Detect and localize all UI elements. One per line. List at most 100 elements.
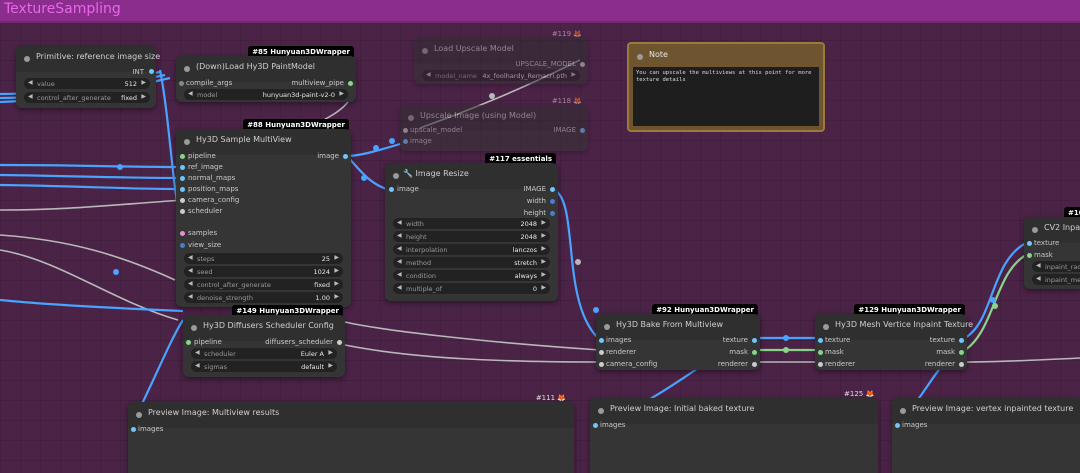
input-slot[interactable] xyxy=(599,362,604,367)
arrow-right-icon[interactable]: ▶ xyxy=(541,232,546,239)
node-note[interactable]: Note You can upscale the multiviews at t… xyxy=(627,42,825,132)
arrow-left-icon[interactable]: ◀ xyxy=(397,219,402,226)
note-text[interactable]: You can upscale the multiviews at this p… xyxy=(633,67,819,126)
input-slot[interactable] xyxy=(180,187,185,192)
collapse-dot-icon[interactable] xyxy=(184,139,190,145)
arrow-right-icon[interactable]: ▶ xyxy=(571,71,576,78)
collapse-dot-icon[interactable] xyxy=(191,325,197,331)
collapse-dot-icon[interactable] xyxy=(136,412,142,418)
widget-control-after-generate[interactable]: ◀ control_after_generate fixed ▶ xyxy=(184,279,343,290)
arrow-left-icon[interactable]: ◀ xyxy=(397,245,402,252)
input-slot[interactable] xyxy=(1027,253,1032,258)
widget-steps[interactable]: ◀ steps 25 ▶ xyxy=(184,253,343,264)
node-load-paint-model[interactable]: #85 Hunyuan3DWrapper (Down)Load Hy3D Pai… xyxy=(176,46,356,102)
arrow-right-icon[interactable]: ▶ xyxy=(328,349,333,356)
input-slot[interactable] xyxy=(599,350,604,355)
collapse-dot-icon[interactable] xyxy=(823,324,829,330)
widget-interpolation[interactable]: ◀ interpolation lanczos ▶ xyxy=(393,244,550,255)
input-slot[interactable] xyxy=(186,340,191,345)
output-slot[interactable] xyxy=(550,187,555,192)
widget-denoise-strength[interactable]: ◀ denoise_strength 1.00 ▶ xyxy=(184,292,343,303)
input-slot[interactable] xyxy=(818,338,823,343)
input-slot[interactable] xyxy=(180,176,185,181)
arrow-right-icon[interactable]: ▶ xyxy=(334,267,339,274)
node-bake-from-multiview[interactable]: #92 Hunyuan3DWrapper Hy3D Bake From Mult… xyxy=(596,304,760,370)
arrow-left-icon[interactable]: ◀ xyxy=(28,79,33,86)
output-slot[interactable] xyxy=(959,338,964,343)
input-slot[interactable] xyxy=(403,139,408,144)
widget-control-after-generate[interactable]: ◀ control_after_generate fixed ▶ xyxy=(24,92,150,103)
arrow-left-icon[interactable]: ◀ xyxy=(397,271,402,278)
collapse-dot-icon[interactable] xyxy=(184,66,190,72)
widget-sigmas[interactable]: ◀ sigmas default ▶ xyxy=(191,361,337,372)
arrow-left-icon[interactable]: ◀ xyxy=(1036,275,1041,282)
arrow-right-icon[interactable]: ▶ xyxy=(141,79,146,86)
widget-model[interactable]: ◀ model hunyuan3d-paint-v2-0 ▶ xyxy=(184,89,348,100)
arrow-left-icon[interactable]: ◀ xyxy=(188,267,193,274)
input-slot[interactable] xyxy=(593,423,598,428)
input-slot[interactable] xyxy=(180,209,185,214)
output-slot[interactable] xyxy=(752,362,757,367)
arrow-left-icon[interactable]: ◀ xyxy=(188,90,193,97)
arrow-left-icon[interactable]: ◀ xyxy=(397,258,402,265)
arrow-left-icon[interactable]: ◀ xyxy=(188,254,193,261)
output-slot[interactable] xyxy=(348,81,353,86)
node-header[interactable]: Preview Image: Multiview results xyxy=(128,402,574,428)
input-slot[interactable] xyxy=(818,362,823,367)
output-slot[interactable] xyxy=(550,211,555,216)
arrow-right-icon[interactable]: ▶ xyxy=(541,258,546,265)
collapse-dot-icon[interactable] xyxy=(24,56,30,62)
input-slot[interactable] xyxy=(180,198,185,203)
widget-width[interactable]: ◀ width 2048 ▶ xyxy=(393,218,550,229)
arrow-left-icon[interactable]: ◀ xyxy=(426,71,431,78)
collapse-dot-icon[interactable] xyxy=(604,324,610,330)
collapse-dot-icon[interactable] xyxy=(598,408,604,414)
input-slot[interactable] xyxy=(131,427,136,432)
output-slot[interactable] xyxy=(343,154,348,159)
arrow-right-icon[interactable]: ▶ xyxy=(328,362,333,369)
node-sample-multiview[interactable]: #88 Hunyuan3DWrapper Hy3D Sample MultiVi… xyxy=(176,119,351,307)
input-slot[interactable] xyxy=(403,128,408,133)
collapse-dot-icon[interactable] xyxy=(900,408,906,414)
output-slot[interactable] xyxy=(580,62,585,67)
collapse-dot-icon[interactable] xyxy=(393,173,399,179)
input-slot[interactable] xyxy=(180,165,185,170)
arrow-right-icon[interactable]: ▶ xyxy=(339,90,344,97)
arrow-left-icon[interactable]: ◀ xyxy=(397,232,402,239)
output-slot[interactable] xyxy=(752,350,757,355)
arrow-right-icon[interactable]: ▶ xyxy=(334,254,339,261)
output-slot[interactable] xyxy=(337,340,342,345)
arrow-left-icon[interactable]: ◀ xyxy=(1036,262,1041,269)
arrow-right-icon[interactable]: ▶ xyxy=(541,271,546,278)
arrow-left-icon[interactable]: ◀ xyxy=(397,284,402,291)
node-primitive[interactable]: Primitive: reference image size INT ◀ val… xyxy=(16,46,160,108)
output-slot[interactable] xyxy=(959,362,964,367)
collapse-dot-icon[interactable] xyxy=(1032,227,1038,233)
graph-canvas[interactable]: TextureSampling Primitive: reference ima… xyxy=(0,0,1080,473)
output-slot[interactable] xyxy=(149,69,154,74)
collapse-dot-icon[interactable] xyxy=(408,115,414,121)
input-slot[interactable] xyxy=(1027,241,1032,246)
input-slot[interactable] xyxy=(818,350,823,355)
node-cv2-inpaint[interactable]: #10 CV2 Inpaint texture mask ◀inpaint_ra… xyxy=(1024,207,1080,289)
node-upscale-image[interactable]: #118 🦊 Upscale Image (using Model) upsca… xyxy=(400,97,588,151)
input-slot[interactable] xyxy=(179,81,184,86)
output-slot[interactable] xyxy=(550,199,555,204)
node-preview-multiview[interactable]: #111 🦊 Preview Image: Multiview results … xyxy=(128,394,574,473)
widget-inpaint-method[interactable]: ◀ inpaint_meth xyxy=(1032,274,1080,285)
arrow-left-icon[interactable]: ◀ xyxy=(195,349,200,356)
input-slot[interactable] xyxy=(599,338,604,343)
widget-value[interactable]: ◀ value 512 ▶ xyxy=(24,78,150,89)
node-load-upscale-model[interactable]: #119 🦊 Load Upscale Model UPSCALE_MODEL … xyxy=(414,30,588,84)
arrow-right-icon[interactable]: ▶ xyxy=(541,284,546,291)
node-image-resize[interactable]: #117 essentials 🔧 Image Resize image IMA… xyxy=(385,153,558,301)
collapse-dot-icon[interactable] xyxy=(637,54,643,60)
input-slot[interactable] xyxy=(180,243,185,248)
arrow-left-icon[interactable]: ◀ xyxy=(195,362,200,369)
input-slot[interactable] xyxy=(389,187,394,192)
node-preview-vertex[interactable]: #125 🦊 Preview Image: vertex inpainted t… xyxy=(844,390,1080,473)
widget-height[interactable]: ◀ height 2048 ▶ xyxy=(393,231,550,242)
widget-model-name[interactable]: ◀ model_name 4x_foolhardy_Remacri.pth ▶ xyxy=(422,70,580,81)
widget-inpaint-radius[interactable]: ◀ inpaint_radiu xyxy=(1032,261,1080,272)
arrow-right-icon[interactable]: ▶ xyxy=(541,245,546,252)
